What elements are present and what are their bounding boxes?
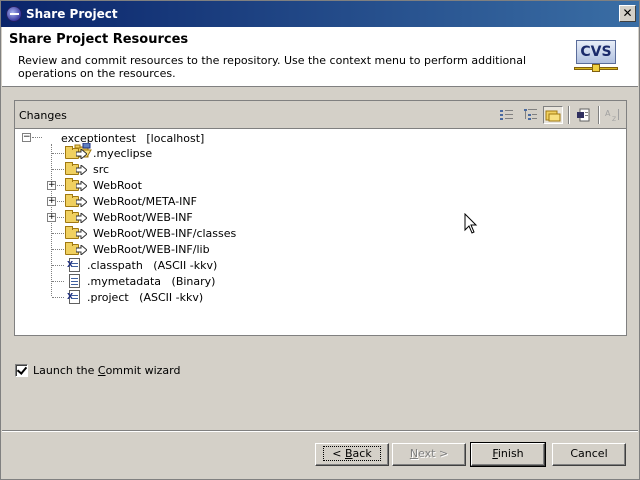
next-label-suffix: ext >	[418, 447, 449, 460]
cvs-logo-knob	[592, 64, 600, 72]
tree-row-root[interactable]: exceptiontest [localhost]	[39, 130, 204, 158]
tree-row[interactable]: WebRoot/META-INF	[65, 193, 197, 209]
back-label-prefix: <	[332, 447, 345, 460]
tree-row-label: WebRoot/WEB-INF/classes	[93, 226, 237, 240]
tree-row[interactable]: WebRoot	[65, 177, 142, 193]
xml-file-icon: X	[67, 257, 83, 273]
launch-commit-label-prefix: Launch the	[33, 364, 98, 377]
changes-panel: Changes AZ − exceptiontest [localhost] .…	[14, 100, 627, 336]
tree-row-label: WebRoot	[93, 178, 142, 192]
cvs-logo-text: CVS	[576, 40, 616, 64]
tree-row[interactable]: WebRoot/WEB-INF/lib	[65, 241, 210, 257]
eclipse-icon	[6, 6, 22, 22]
next-mnemonic: N	[409, 447, 419, 460]
changes-label: Changes	[19, 109, 67, 122]
tree-connector	[57, 217, 64, 218]
tree-row-label: WebRoot/WEB-INF	[93, 210, 193, 224]
button-bar-separator	[2, 430, 638, 432]
toolbar-separator-2	[598, 106, 600, 124]
tree-row-label: WebRoot/WEB-INF/lib	[93, 242, 210, 256]
launch-commit-label: Launch the Commit wizard	[33, 364, 180, 377]
tree-row[interactable]: X .project (ASCII -kkv)	[67, 289, 203, 305]
cancel-button[interactable]: Cancel	[552, 443, 626, 466]
tree-row[interactable]: WebRoot/WEB-INF	[65, 209, 193, 225]
tree-mode-icon[interactable]	[521, 106, 541, 124]
launch-commit-label-suffix: ommit wizard	[105, 364, 181, 377]
mouse-pointer-icon	[464, 213, 478, 234]
finish-button[interactable]: Finish	[470, 442, 546, 467]
next-button[interactable]: Next >	[392, 443, 466, 466]
wizard-banner: Share Project Resources Review and commi…	[2, 27, 638, 87]
expand-toggle-meta-inf[interactable]: +	[47, 197, 56, 206]
xml-file-icon: X	[67, 289, 83, 305]
tree-connector	[52, 249, 64, 250]
outgoing-folder-icon	[65, 242, 89, 256]
tree-connector	[57, 185, 64, 186]
expand-toggle-webroot[interactable]: +	[47, 181, 56, 190]
changes-tree[interactable]: − exceptiontest [localhost] .myeclipse s…	[15, 130, 626, 335]
tree-row-label: WebRoot/META-INF	[93, 194, 197, 208]
launch-commit-mnemonic: C	[97, 364, 106, 377]
tree-connector	[57, 201, 64, 202]
svg-text:A: A	[605, 109, 611, 118]
tree-row[interactable]: X .classpath (ASCII -kkv)	[67, 257, 217, 273]
tree-connector	[52, 281, 64, 282]
launch-commit-checkbox[interactable]	[15, 364, 28, 377]
tree-connector	[52, 153, 64, 154]
outgoing-folder-icon	[65, 226, 89, 240]
tree-row[interactable]: WebRoot/WEB-INF/classes	[65, 225, 236, 241]
close-button[interactable]: ✕	[619, 5, 636, 22]
finish-label-suffix: inish	[497, 447, 524, 460]
toolbar-separator	[568, 106, 570, 124]
back-mnemonic: B	[345, 447, 353, 460]
compressed-folders-icon[interactable]	[543, 106, 563, 124]
file-icon	[67, 273, 83, 289]
page-title: Share Project Resources	[9, 32, 189, 47]
share-project-dialog: Share Project ✕ Share Project Resources …	[0, 0, 640, 480]
tree-row[interactable]: .mymetadata (Binary)	[67, 273, 215, 289]
tree-row[interactable]: .myeclipse	[65, 145, 152, 161]
expand-toggle-web-inf[interactable]: +	[47, 213, 56, 222]
tree-row[interactable]: src	[65, 161, 109, 177]
tree-connector	[52, 265, 64, 266]
back-label-suffix: ack	[352, 447, 372, 460]
title-bar[interactable]: Share Project ✕	[1, 1, 639, 27]
back-button[interactable]: < Back	[315, 443, 389, 466]
tree-connector	[52, 169, 64, 170]
flat-mode-icon[interactable]	[497, 106, 517, 124]
project-icon	[39, 130, 92, 158]
tree-row-label: .classpath (ASCII -kkv)	[87, 258, 218, 272]
page-description: Review and commit resources to the repos…	[18, 54, 527, 80]
show-outgoing-icon[interactable]	[574, 106, 594, 124]
tree-connector	[52, 233, 64, 234]
tree-row-label: src	[93, 162, 110, 176]
tree-row-label: .myeclipse	[93, 146, 153, 160]
outgoing-folder-icon	[65, 194, 89, 208]
outgoing-folder-icon	[65, 146, 89, 160]
outgoing-folder-icon	[65, 178, 89, 192]
tree-row-label: .project (ASCII -kkv)	[87, 290, 204, 304]
cvs-logo: CVS	[574, 38, 618, 74]
window-title: Share Project	[26, 7, 118, 21]
changes-header: Changes AZ	[15, 101, 626, 129]
root-collapse-toggle[interactable]: −	[22, 133, 31, 142]
outgoing-folder-icon	[65, 210, 89, 224]
launch-commit-option[interactable]: Launch the Commit wizard	[15, 364, 180, 377]
tree-connector	[52, 297, 64, 298]
svg-text:Z: Z	[612, 116, 616, 122]
sort-icon: AZ	[603, 106, 623, 124]
outgoing-folder-icon	[65, 162, 89, 176]
tree-row-label: .mymetadata (Binary)	[87, 274, 216, 288]
